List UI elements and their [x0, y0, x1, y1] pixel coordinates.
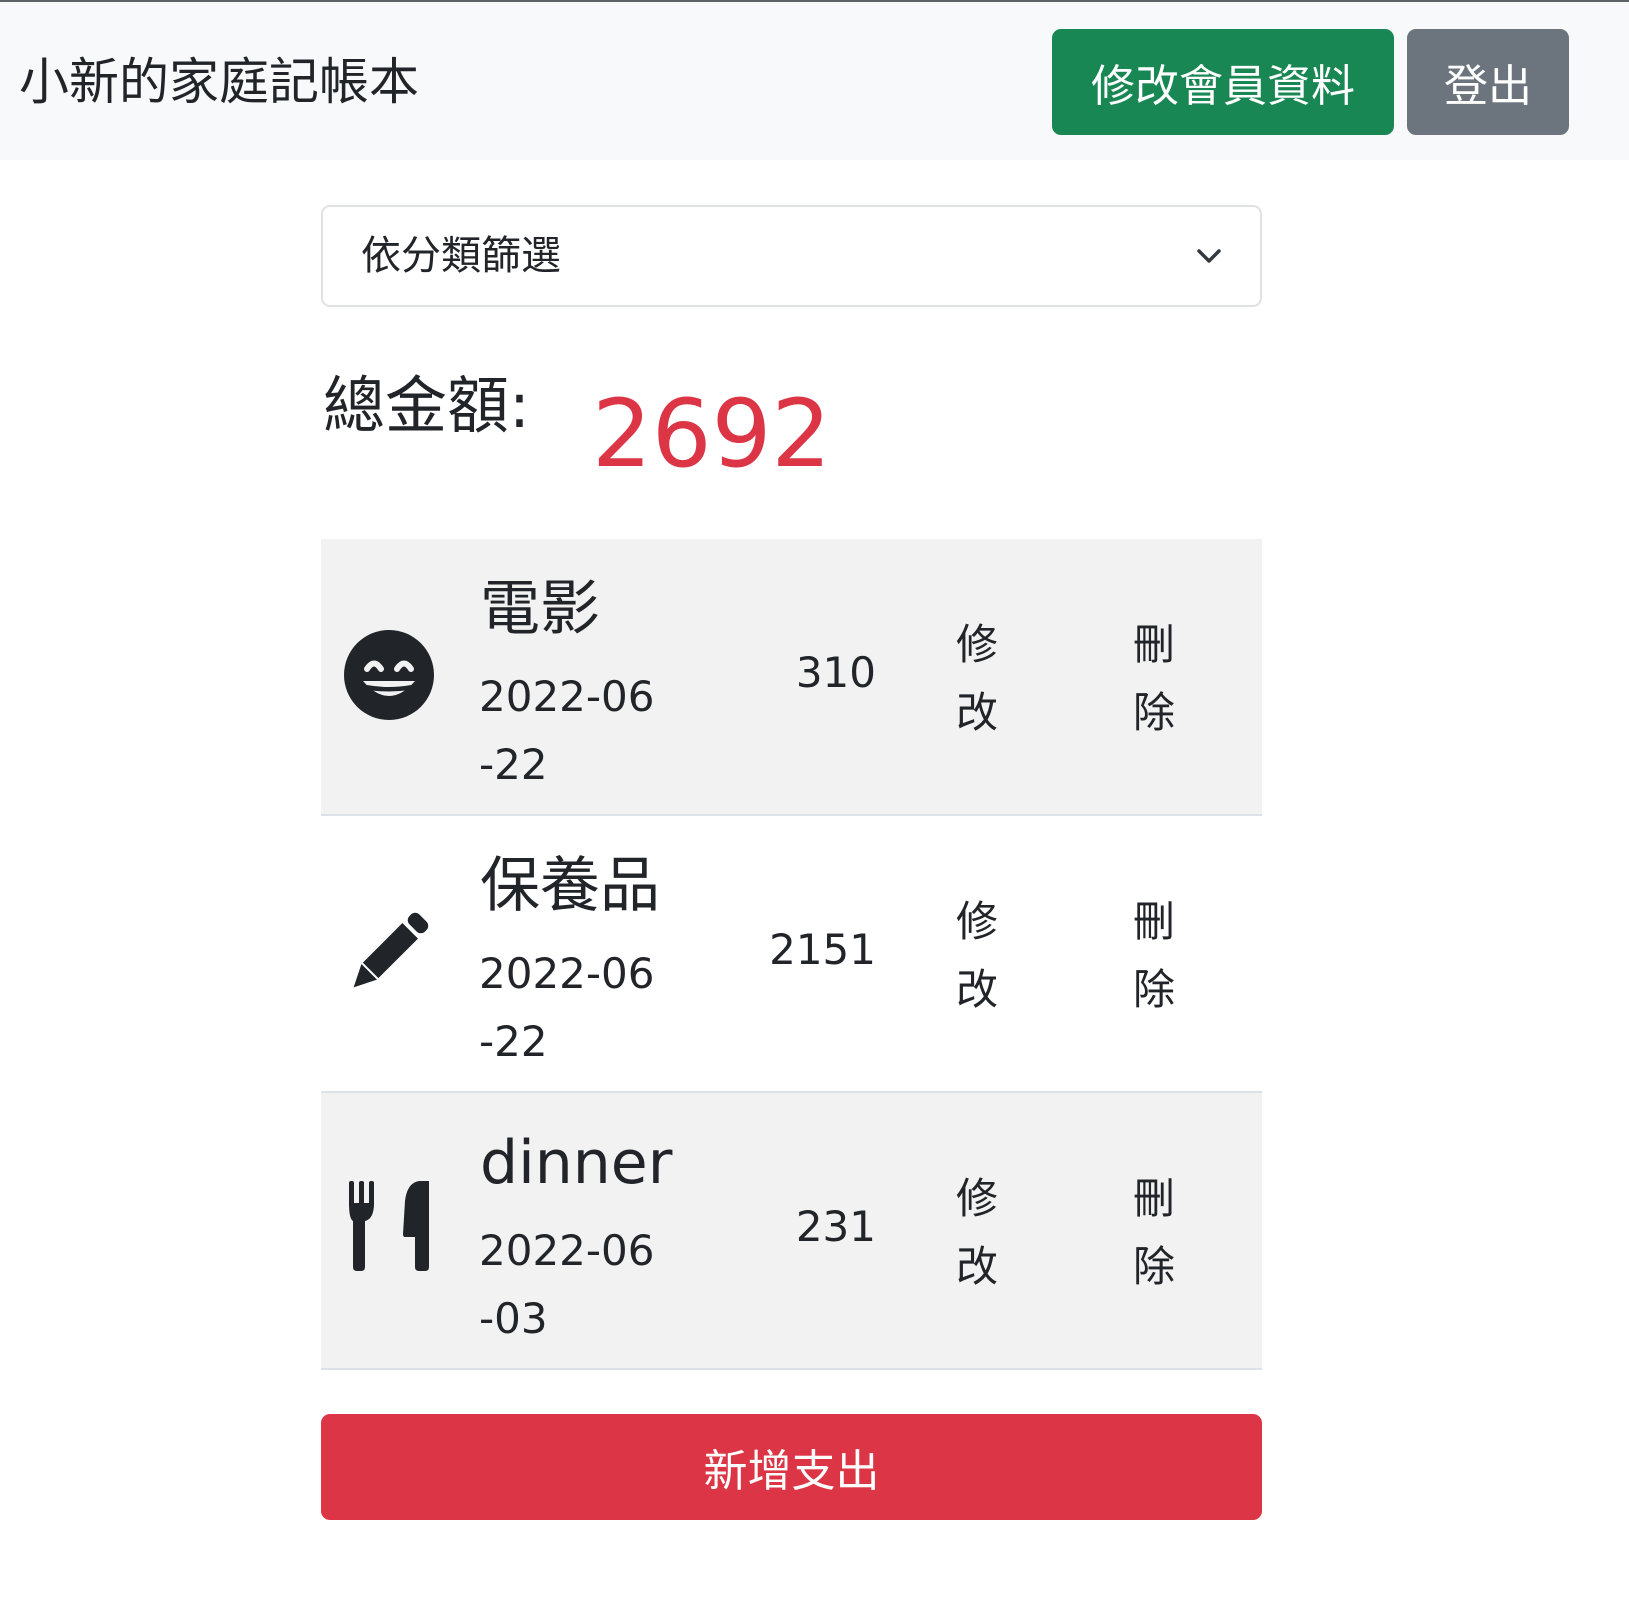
expense-row: 電影 2022-06-22 310 修改 刪除	[321, 539, 1262, 816]
expense-date: 2022-06-22	[479, 672, 655, 789]
edit-profile-button[interactable]: 修改會員資料	[1052, 29, 1394, 135]
expense-category: 電影	[480, 574, 600, 644]
total-amount-value: 2692	[592, 380, 832, 489]
expense-row: dinner 2022-06-03 231 修改 刪除	[321, 1093, 1262, 1370]
expense-category: dinner	[480, 1128, 673, 1198]
total-amount-label: 總金額:	[323, 369, 530, 442]
delete-expense-button[interactable]: 刪除	[1133, 888, 1181, 1024]
edit-expense-button[interactable]: 修改	[956, 611, 1004, 747]
chevron-down-icon	[1197, 249, 1221, 263]
grin-face-icon	[344, 630, 434, 720]
navbar: 小新的家庭記帳本 修改會員資料 登出	[0, 2, 1629, 160]
expense-category: 保養品	[480, 851, 660, 921]
pencil-icon	[353, 912, 429, 988]
expense-row: 保養品 2022-06-22 2151 修改 刪除	[321, 816, 1262, 1093]
brand-title: 小新的家庭記帳本	[19, 53, 419, 111]
expense-amount: 231	[795, 1202, 876, 1251]
delete-expense-button[interactable]: 刪除	[1133, 1165, 1181, 1301]
add-expense-button[interactable]: 新增支出	[321, 1414, 1262, 1520]
expense-amount: 310	[795, 648, 876, 697]
expense-date: 2022-06-03	[479, 1226, 655, 1343]
expense-amount: 2151	[769, 925, 876, 974]
edit-expense-button[interactable]: 修改	[956, 888, 1004, 1024]
delete-expense-button[interactable]: 刪除	[1133, 611, 1181, 747]
utensils-icon	[349, 1181, 429, 1271]
expense-date: 2022-06-22	[479, 949, 655, 1066]
edit-expense-button[interactable]: 修改	[956, 1165, 1004, 1301]
category-filter-value: 依分類篩選	[361, 233, 561, 279]
category-filter-select[interactable]: 依分類篩選	[321, 205, 1262, 307]
logout-button[interactable]: 登出	[1407, 29, 1569, 135]
expense-list: 電影 2022-06-22 310 修改 刪除 保養品 2022-06-22 2…	[321, 539, 1262, 1370]
